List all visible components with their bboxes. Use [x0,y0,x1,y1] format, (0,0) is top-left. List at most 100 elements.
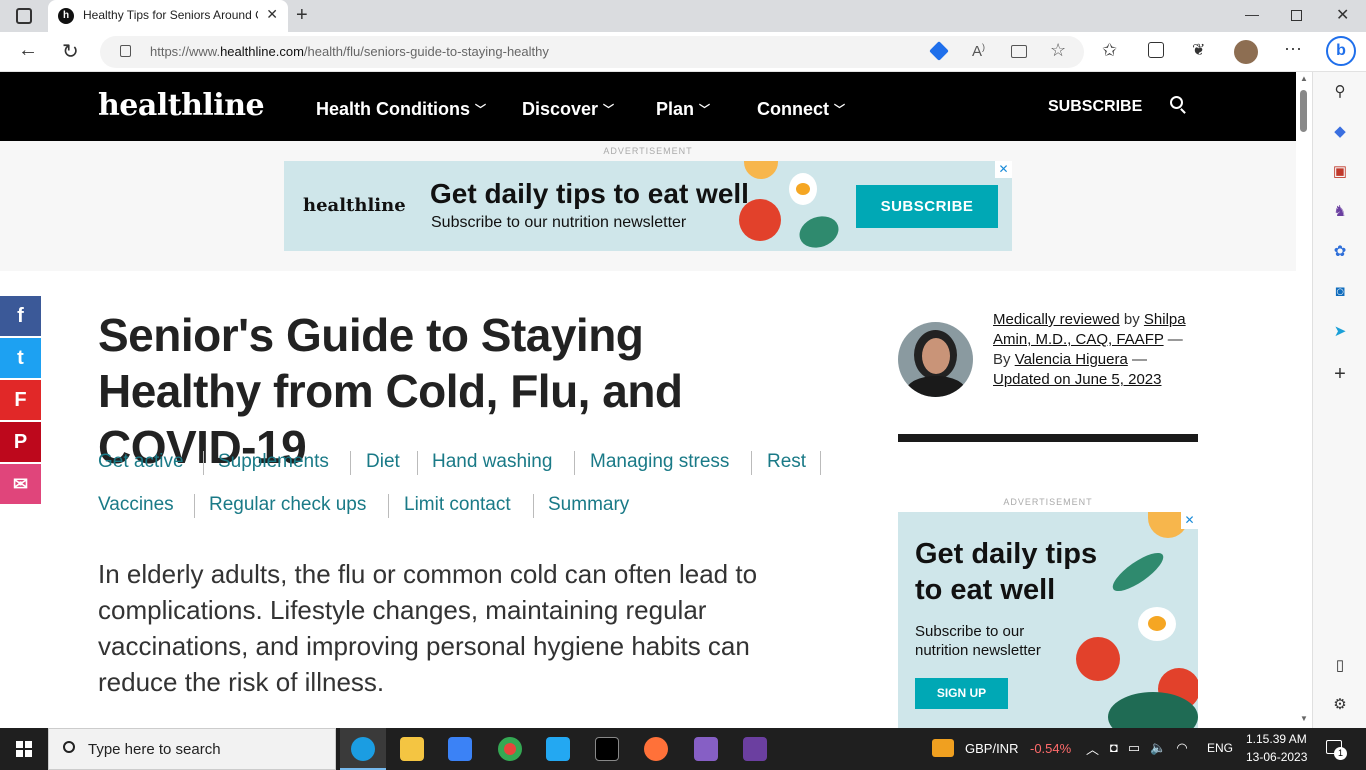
extensions-icon[interactable]: ❦ [1192,40,1205,60]
back-icon[interactable]: ← [18,39,38,62]
updated-link[interactable]: Updated on June 5, 2023 [993,371,1161,388]
sidebar-send-icon[interactable]: ➤ [1331,323,1349,341]
side-ad-subtext: Subscribe to our nutrition newsletter [915,623,1041,659]
ticker-change: -0.54% [1030,741,1072,756]
clock-date[interactable]: 13-06-2023 [1246,750,1307,764]
sidebar-layout-icon[interactable]: ▯ [1331,657,1349,675]
minimize-icon[interactable]: — [1245,6,1259,22]
nav-plan[interactable]: Plan ﹀ [656,99,710,120]
jump-link-vaccines[interactable]: Vaccines [98,494,174,516]
jump-link-limit-contact[interactable]: Limit contact [404,494,511,516]
terminal-icon[interactable] [595,737,619,761]
new-tab-icon[interactable]: + [296,4,308,27]
read-aloud-icon[interactable]: A) [972,42,985,60]
ad-logo: healthline [303,195,406,216]
scroll-up-icon[interactable]: ▲ [1300,74,1308,83]
jump-link-summary[interactable]: Summary [548,494,629,516]
nav-discover[interactable]: Discover ﹀ [522,99,614,120]
sidebar-search-icon[interactable]: ⚲ [1331,83,1349,101]
favorites-icon[interactable]: ✩ [1102,40,1117,61]
taskbar-search[interactable]: Type here to search [48,728,336,770]
page-scrollbar[interactable]: ▲ ▼ [1296,72,1312,728]
share-email-icon[interactable]: ✉ [0,464,41,504]
chevron-down-icon: ﹀ [834,104,845,116]
window-close-icon[interactable]: ✕ [1336,5,1349,25]
sidebar-games-icon[interactable]: ♞ [1331,203,1349,221]
byline: Medically reviewed by Shilpa Amin, M.D.,… [993,310,1203,390]
firefox-icon[interactable] [644,737,668,761]
sidebar-office-icon[interactable]: ✿ [1331,243,1349,261]
store-icon[interactable] [448,737,472,761]
windows-start-icon[interactable] [16,741,32,757]
browser-tab[interactable]: h Healthy Tips for Seniors Around C ✕ [48,0,288,32]
profile-avatar[interactable] [1234,40,1258,64]
ad-subscribe-button[interactable]: SUBSCRIBE [856,185,998,228]
tray-icons[interactable]: ◘▭🔈◠ [1110,740,1198,756]
jump-link-diet[interactable]: Diet [366,451,400,473]
sidebar-tools-icon[interactable]: ▣ [1331,163,1349,181]
language-indicator[interactable]: ENG [1207,741,1233,755]
top-ad-area: ADVERTISEMENT healthline Get daily tips … [0,141,1296,271]
scroll-down-icon[interactable]: ▼ [1300,714,1308,723]
medically-reviewed-link[interactable]: Medically reviewed [993,311,1120,328]
chevron-up-icon[interactable]: ︿ [1086,739,1099,758]
nav-health-conditions[interactable]: Health Conditions ﹀ [316,99,486,120]
separator [388,494,389,518]
share-flipboard-icon[interactable]: F [0,380,41,420]
app-available-icon[interactable] [1011,45,1027,58]
sidebar-outlook-icon[interactable]: ◙ [1331,283,1349,301]
chrome-icon[interactable] [498,737,522,761]
share-twitter-icon[interactable]: t [0,338,41,378]
url-text: https://www.healthline.com/health/flu/se… [150,44,549,59]
tab-actions-icon[interactable] [16,8,32,24]
side-ad-close-icon[interactable]: ✕ [1181,512,1198,529]
author-link[interactable]: Valencia Higuera [1015,351,1128,368]
site-logo[interactable]: healthline [98,88,265,123]
sidebar-add-icon[interactable]: + [1331,364,1349,384]
ad-close-icon[interactable]: ✕ [995,161,1012,178]
byline-text: — [1127,351,1147,368]
tab-close-icon[interactable]: ✕ [266,6,278,23]
refresh-icon[interactable]: ↻ [62,39,79,64]
share-pinterest-icon[interactable]: P [0,422,41,462]
file-explorer-icon[interactable] [400,737,424,761]
nav-connect[interactable]: Connect ﹀ [757,99,845,120]
restore-icon[interactable] [1291,10,1302,21]
coupon-tag-icon[interactable] [929,41,949,61]
more-menu-icon[interactable]: ··· [1284,38,1302,59]
collections-icon[interactable] [1148,42,1164,58]
ticker-label[interactable]: GBP/INR [965,741,1018,756]
side-newsletter-ad[interactable]: Get daily tips to eat well Subscribe to … [898,512,1198,728]
sidebar-shopping-icon[interactable]: ◆ [1331,123,1349,141]
jump-link-get-active[interactable]: Get active [98,451,184,473]
ad-subtext: Subscribe to our nutrition newsletter [431,214,687,231]
site-header: healthline Health Conditions ﹀ Discover ﹀ … [0,72,1296,141]
jump-link-managing-stress[interactable]: Managing stress [590,451,729,473]
url-field[interactable]: https://www.healthline.com/health/flu/se… [100,36,1084,68]
herb-illustration [795,211,843,251]
side-ad-signup-button[interactable]: SIGN UP [915,678,1008,709]
share-facebook-icon[interactable]: f [0,296,41,336]
edge-browser-icon[interactable] [351,737,375,761]
sidebar-settings-icon[interactable]: ⚙ [1331,696,1349,714]
scroll-thumb[interactable] [1300,90,1307,132]
visual-studio-icon[interactable] [694,737,718,761]
newsletter-banner-ad[interactable]: healthline Get daily tips to eat well Su… [284,161,1012,251]
subscribe-link[interactable]: SUBSCRIBE [1048,98,1142,116]
chevron-down-icon: ﹀ [699,104,711,116]
jump-link-regular-check-ups[interactable]: Regular check ups [209,494,366,516]
jump-link-hand-washing[interactable]: Hand washing [432,451,552,473]
app-icon[interactable] [743,737,767,761]
browser-tab-bar: h Healthy Tips for Seniors Around C ✕ + … [0,0,1366,32]
herb-illustration [1107,546,1169,598]
bing-copilot-icon[interactable]: b [1326,36,1356,66]
clock-time[interactable]: 1.15.39 AM [1246,732,1307,746]
jump-link-supplements[interactable]: Supplements [218,451,329,473]
favorite-star-icon[interactable]: ☆ [1050,40,1066,61]
ticker-icon [932,739,954,757]
avatar-face [922,338,950,374]
separator [350,451,351,475]
jump-link-rest[interactable]: Rest [767,451,806,473]
separator [820,451,821,475]
vscode-icon[interactable] [546,737,570,761]
